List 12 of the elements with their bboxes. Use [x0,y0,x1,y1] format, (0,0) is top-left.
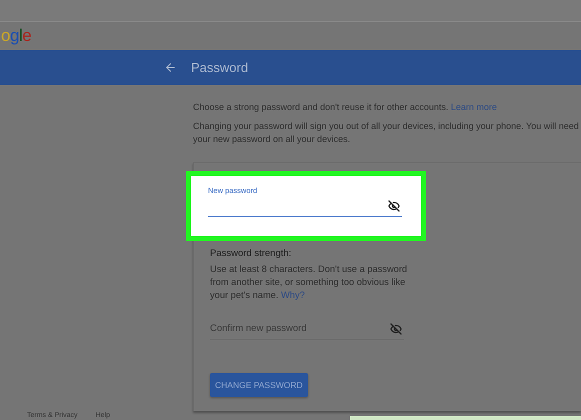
intro-text: Choose a strong password and don't reuse it for other accounts. Learn more [193,101,498,114]
back-arrow-icon[interactable] [164,61,177,74]
strength-hint: Use at least 8 characters. Don't use a password from another site, or something too obvious like your pet's name. Why? [210,263,408,302]
warning-text: Changing your password will sign you out of all your devices, including your phone. You will need your new password on all your devices. [193,120,580,146]
learn-more-link[interactable]: Learn more [450,102,497,112]
eye-off-icon[interactable] [388,200,400,212]
strength-heading: Password strength: [210,248,292,259]
why-link[interactable]: Why? [281,290,305,300]
change-password-button[interactable]: CHANGE PASSWORD [210,373,308,397]
confirm-password-field[interactable]: Confirm new password [210,318,404,340]
logo: ogle [1,26,32,46]
page-title: Password [191,60,248,75]
